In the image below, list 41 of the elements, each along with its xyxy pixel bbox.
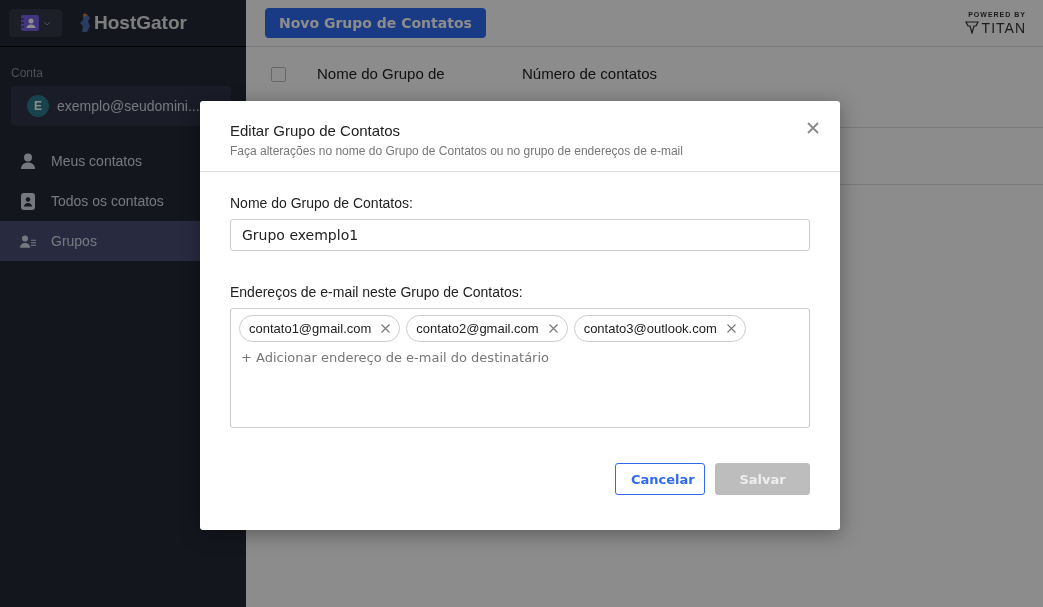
account-email: exemplo@seudomini... bbox=[57, 98, 200, 114]
titan-brand: TITAN bbox=[981, 19, 1026, 36]
sidebar-item-label: Todos os contatos bbox=[51, 193, 164, 209]
sidebar-item-label: Meus contatos bbox=[51, 153, 143, 169]
email-address: contato2@gmail.com bbox=[416, 321, 539, 336]
field-label: Endereços de e-mail neste Grupo de Contatos: bbox=[230, 284, 524, 300]
dialog-subtitle: Faça alterações no nome do Grupo de Contatos ou no grupo de endereços de e-mail bbox=[230, 144, 684, 158]
remove-icon bbox=[548, 324, 558, 333]
close-button[interactable] bbox=[807, 122, 819, 134]
email-address: contato3@outlook.com bbox=[583, 321, 717, 336]
chevron-down-icon bbox=[42, 20, 51, 26]
column-header: Número de contatos bbox=[522, 64, 658, 84]
select-all-checkbox[interactable] bbox=[271, 67, 286, 82]
remove-icon bbox=[381, 324, 391, 333]
account-switcher[interactable]: E exemplo@seudomini... bbox=[11, 86, 231, 126]
cancel-button[interactable]: Cancelar bbox=[615, 463, 705, 495]
column-header: Nome do Grupo de bbox=[317, 64, 446, 84]
sidebar-item[interactable]: Todos os contatos bbox=[0, 181, 220, 221]
remove-button[interactable] bbox=[548, 324, 558, 333]
account-label: Conta bbox=[11, 66, 45, 80]
app-switcher-button[interactable] bbox=[9, 9, 62, 37]
remove-icon bbox=[726, 324, 736, 333]
sidebar-item-label: Grupos bbox=[51, 233, 97, 249]
contact-book-icon bbox=[20, 15, 39, 31]
sidebar-item[interactable]: Meus contatos bbox=[0, 141, 220, 181]
field-label: Nome do Grupo de Contatos: bbox=[230, 195, 414, 211]
gator-mascot-icon bbox=[78, 13, 92, 33]
dialog-title: Editar Grupo de Contatos bbox=[230, 122, 402, 139]
close-icon bbox=[807, 122, 819, 134]
person-list-icon bbox=[20, 233, 36, 249]
group-name-field[interactable]: Grupo exemplo1 bbox=[230, 219, 810, 251]
email-list-field[interactable]: contato1@gmail.com contato2@gmail.com contato3@outlook.com + Adicionar endereço de e-mail do destinatário bbox=[230, 308, 810, 428]
brand-name: HostGator bbox=[94, 12, 187, 34]
titan-logo-icon bbox=[964, 21, 979, 34]
new-group-button[interactable]: Novo Grupo de Contatos bbox=[265, 8, 486, 38]
contact-card-icon bbox=[21, 192, 35, 210]
remove-button[interactable] bbox=[726, 324, 736, 333]
remove-button[interactable] bbox=[381, 324, 391, 333]
email-address: contato1@gmail.com bbox=[249, 321, 372, 336]
avatar-initial: E bbox=[27, 95, 49, 117]
person-icon bbox=[21, 153, 35, 169]
